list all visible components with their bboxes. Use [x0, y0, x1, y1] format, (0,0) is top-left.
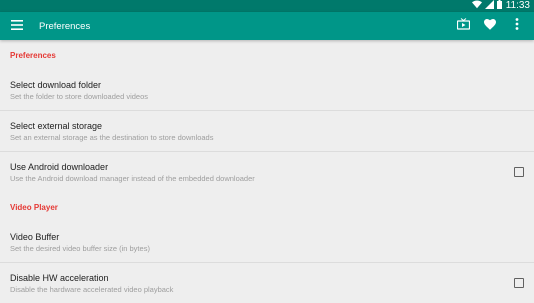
- pref-summary: Set the folder to store downloaded video…: [10, 91, 149, 101]
- app-bar-actions: [452, 15, 528, 37]
- heart-icon: [484, 17, 496, 35]
- cast-tv-icon: [456, 17, 470, 35]
- status-bar: 11:33: [0, 0, 534, 12]
- pref-external-storage[interactable]: Select external storage Set an external …: [0, 111, 534, 152]
- status-time: 11:33: [505, 0, 530, 11]
- pref-title: Video Buffer: [10, 231, 60, 242]
- battery-icon: [496, 0, 502, 12]
- status-icons: [471, 0, 502, 12]
- section-header-preferences: Preferences: [10, 50, 56, 60]
- menu-button[interactable]: [6, 15, 28, 37]
- pref-title: Select external storage: [10, 120, 103, 131]
- android-downloader-checkbox[interactable]: [514, 167, 524, 177]
- pref-video-buffer[interactable]: Video Buffer Set the desired video buffe…: [0, 222, 534, 263]
- signal-icon: [484, 0, 494, 12]
- menu-icon: [11, 17, 23, 35]
- overflow-menu-button[interactable]: [506, 15, 528, 37]
- pref-download-folder[interactable]: Select download folder Set the folder to…: [0, 70, 534, 111]
- more-vert-icon: [515, 17, 519, 35]
- disable-hw-checkbox[interactable]: [514, 278, 524, 288]
- pref-disable-hw-acceleration[interactable]: Disable HW acceleration Disable the hard…: [0, 263, 534, 303]
- page-title: Preferences: [39, 20, 91, 32]
- app-bar: Preferences: [0, 12, 534, 40]
- pref-summary: Use the Android download manager instead…: [10, 173, 255, 183]
- pref-title: Use Android downloader: [10, 161, 109, 172]
- wifi-icon: [471, 0, 482, 12]
- pref-summary: Set the desired video buffer size (in by…: [10, 243, 150, 253]
- pref-android-downloader[interactable]: Use Android downloader Use the Android d…: [0, 152, 534, 192]
- section-header-video-player: Video Player: [10, 202, 58, 212]
- pref-summary: Disable the hardware accelerated video p…: [10, 284, 174, 294]
- pref-title: Select download folder: [10, 79, 102, 90]
- favorite-button[interactable]: [479, 15, 501, 37]
- pref-summary: Set an external storage as the destinati…: [10, 132, 214, 142]
- cast-button[interactable]: [452, 15, 474, 37]
- pref-title: Disable HW acceleration: [10, 272, 109, 283]
- preferences-list: Preferences Select download folder Set t…: [0, 40, 534, 300]
